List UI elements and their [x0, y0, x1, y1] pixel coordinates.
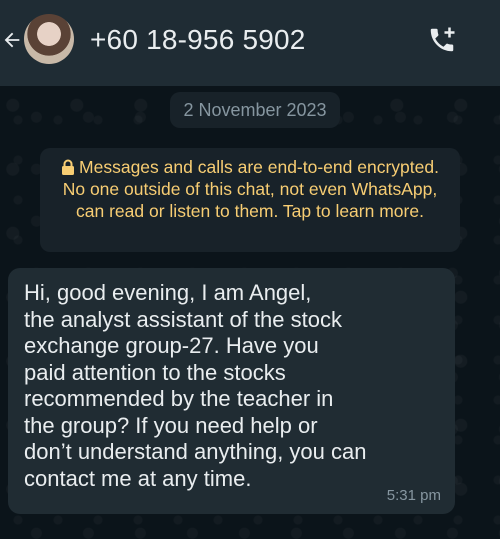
contact-avatar[interactable] [24, 14, 74, 64]
contact-name[interactable]: +60 18-956 5902 [90, 22, 306, 58]
add-call-button[interactable] [424, 22, 460, 58]
message-time: 5:31 pm [386, 487, 441, 504]
encryption-notice[interactable]: Messages and calls are end-to-end encryp… [40, 148, 460, 252]
add-call-icon [430, 27, 455, 52]
back-button[interactable] [0, 24, 24, 56]
arrow-left-icon [4, 32, 20, 48]
encryption-notice-text: Messages and calls are end-to-end encryp… [62, 157, 439, 221]
chat-header: +60 18-956 5902 [0, 0, 500, 86]
message-text: Hi, good evening, I am Angel, the analys… [24, 280, 367, 491]
date-chip: 2 November 2023 [170, 92, 340, 128]
incoming-message-bubble[interactable]: Hi, good evening, I am Angel, the analys… [8, 268, 455, 514]
lock-icon [62, 159, 75, 175]
